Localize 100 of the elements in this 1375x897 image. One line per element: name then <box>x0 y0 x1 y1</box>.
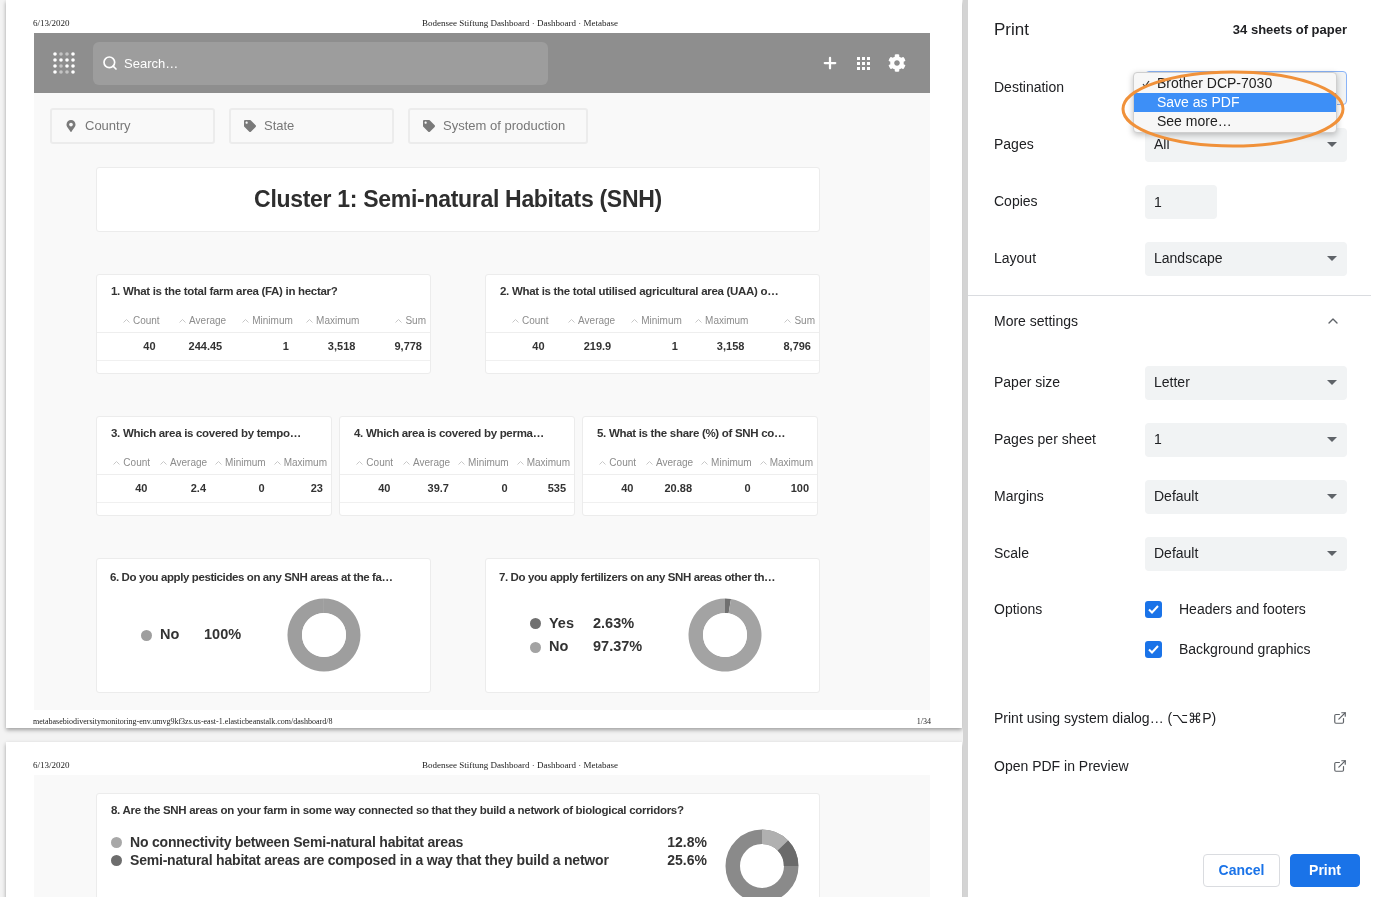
column-header[interactable]: Count <box>366 455 394 470</box>
legend-label: No <box>549 637 570 657</box>
column-header[interactable]: Average <box>189 313 227 328</box>
column-header[interactable]: Maximum <box>705 313 749 328</box>
column-header[interactable]: Minimum <box>468 455 509 470</box>
dropdown-caret-icon <box>1327 256 1337 261</box>
select-field[interactable]: 1 <box>1145 422 1347 457</box>
table-cell-text: 3,518 <box>326 339 357 355</box>
setting-label: Pages <box>994 135 1035 154</box>
table-cell-text: 0 <box>743 481 752 497</box>
sort-caret-icon <box>113 460 121 465</box>
sort-caret-icon <box>306 318 314 323</box>
legend-value: 12.8% <box>667 832 707 852</box>
column-header[interactable]: Count <box>132 313 160 328</box>
checkbox[interactable] <box>1145 600 1162 618</box>
column-header[interactable]: Maximum <box>316 313 360 328</box>
external-link-icon[interactable] <box>1333 759 1347 773</box>
filter-widget[interactable]: Country <box>50 108 215 144</box>
column-header[interactable]: Minimum <box>252 313 293 328</box>
search-field[interactable]: Search… <box>93 41 548 85</box>
sort-caret-icon <box>784 318 792 323</box>
sort-caret-icon <box>273 460 281 465</box>
column-header[interactable]: Minimum <box>711 455 752 470</box>
column-header[interactable]: Minimum <box>641 313 682 328</box>
column-header[interactable]: Average <box>656 455 694 470</box>
legend-value: 100% <box>204 625 242 645</box>
column-header[interactable]: Maximum <box>769 455 813 470</box>
sort-caret-icon <box>179 318 187 323</box>
checkbox[interactable] <box>1145 640 1162 658</box>
setting-label: Destination <box>994 78 1066 97</box>
logo-icon[interactable] <box>52 50 76 76</box>
sort-caret-icon <box>122 318 130 323</box>
sort-caret-icon <box>695 318 703 323</box>
checkmark-icon <box>1148 604 1159 614</box>
plus-icon[interactable] <box>821 54 839 72</box>
system-link[interactable]: Print using system dialog… (⌥⌘P) <box>994 707 1217 729</box>
column-header[interactable]: Average <box>413 455 451 470</box>
checkbox-label[interactable]: Headers and footers <box>1179 598 1306 620</box>
page-title: Bodensee Stiftung Dashboard · Dashboard · Metabase <box>422 759 618 772</box>
table-cell-text: 3,158 <box>715 339 746 355</box>
table-cell-text: 2.4 <box>189 481 207 497</box>
sort-caret-icon <box>160 460 167 465</box>
print-date: 6/13/2020 <box>33 759 71 772</box>
checkmark-icon <box>1148 644 1159 654</box>
column-header[interactable]: Count <box>521 313 549 328</box>
card-title: 2. What is the total utilised agricultural area (UAA) o… <box>499 284 780 299</box>
sort-caret-icon <box>395 318 403 323</box>
sort-caret-icon <box>759 460 767 465</box>
select-field[interactable]: Default <box>1145 536 1347 571</box>
column-header[interactable]: Average <box>578 313 616 328</box>
setting-label: Options <box>994 599 1044 619</box>
filter-widget[interactable]: State <box>229 108 394 144</box>
table-cell-text: 40 <box>377 481 392 497</box>
legend-label: Yes <box>549 613 575 633</box>
more-settings-toggle[interactable]: More settings <box>968 296 1375 346</box>
checkbox-label[interactable]: Background graphics <box>1179 638 1311 660</box>
filter-widget[interactable]: System of production <box>408 108 588 144</box>
setting-label: Pages per sheet <box>994 430 1097 449</box>
dropdown-option[interactable]: Save as PDF <box>1134 93 1336 112</box>
external-link-icon[interactable] <box>1333 711 1347 725</box>
setting-label: Scale <box>994 544 1031 563</box>
sort-caret-icon <box>568 318 576 323</box>
column-header[interactable]: Count <box>609 455 637 470</box>
column-header[interactable]: Sum <box>794 313 815 328</box>
column-header[interactable]: Count <box>123 455 151 470</box>
select-field[interactable]: Letter <box>1145 365 1347 400</box>
dropdown-option[interactable]: Brother DCP-7030 <box>1134 74 1336 93</box>
column-header[interactable]: Minimum <box>225 455 266 470</box>
table-cell-text: 0 <box>500 481 509 497</box>
cancel-button[interactable]: Cancel <box>1203 854 1280 887</box>
select-field[interactable]: Landscape <box>1145 241 1347 276</box>
table-cell-text: 40 <box>142 339 157 355</box>
table-cell-text: 535 <box>546 481 567 497</box>
column-header[interactable]: Sum <box>405 313 426 328</box>
legend-label: No <box>160 625 181 645</box>
print-button[interactable]: Print <box>1290 854 1360 887</box>
system-link[interactable]: Open PDF in Preview <box>994 755 1129 777</box>
page-title: Bodensee Stiftung Dashboard · Dashboard · Metabase <box>422 17 618 30</box>
dropdown-caret-icon <box>1327 142 1337 147</box>
column-header[interactable]: Average <box>170 455 208 470</box>
legend-value: 25.6% <box>667 850 707 870</box>
card-title: 5. What is the share (%) of SNH co… <box>596 426 787 441</box>
card-title: 6. Do you apply pesticides on any SNH areas at the fa… <box>109 570 394 585</box>
column-header[interactable]: Maximum <box>283 455 327 470</box>
select-field[interactable]: Default <box>1145 479 1347 514</box>
column-header[interactable]: Maximum <box>526 455 570 470</box>
table-cell-text: 8,796 <box>782 339 812 355</box>
sort-caret-icon <box>403 460 410 465</box>
setting-label: Layout <box>994 249 1038 268</box>
setting-label: Paper size <box>994 373 1062 392</box>
sort-caret-icon <box>599 460 607 465</box>
page-url: metabasebiodiversitymonitoring-env.umvg9kf3zs.us-east-1.elasticbeanstalk.com/dashboard/8 <box>33 716 333 728</box>
print-date: 6/13/2020 <box>33 17 71 30</box>
sort-caret-icon <box>215 460 223 465</box>
page-number: 1/34 <box>916 716 931 728</box>
grid-icon[interactable] <box>857 56 870 70</box>
table-cell-text: 23 <box>309 481 324 497</box>
copies-field[interactable]: 1 <box>1145 184 1217 219</box>
settings-icon[interactable] <box>888 54 906 72</box>
dashboard-heading: Cluster 1: Semi-natural Habitats (SNH) <box>254 185 662 215</box>
